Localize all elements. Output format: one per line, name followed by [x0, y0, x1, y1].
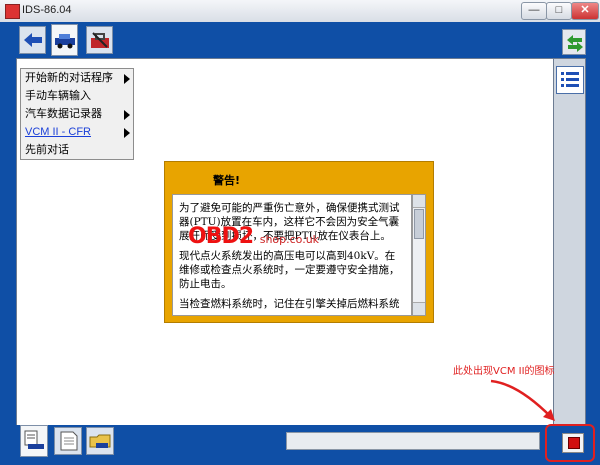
session-menu: 开始新的对话程序 手动车辆输入 汽车数据记录器 VCM II - CFR 先前对… — [20, 68, 134, 160]
warning-title: 警告! — [213, 174, 241, 187]
menu-item-previous-sessions[interactable]: 先前对话 — [21, 141, 133, 159]
minimize-button[interactable]: — — [521, 2, 547, 20]
toolbox-icon — [91, 32, 109, 48]
vehicle-tab[interactable] — [51, 24, 78, 56]
vehicle-info-tab[interactable] — [20, 425, 48, 457]
warning-scrollbar[interactable] — [412, 194, 426, 316]
menu-item-vcm-ii-cfr[interactable]: VCM II - CFR — [21, 123, 133, 141]
annotation-arrow-icon — [490, 379, 555, 421]
menu-item-vehicle-data-recorder[interactable]: 汽车数据记录器 — [21, 105, 133, 123]
folder-vehicle-icon — [89, 434, 111, 448]
menu-item-manual-vehicle-entry[interactable]: 手动车辆输入 — [21, 87, 133, 105]
document-icon — [60, 431, 78, 451]
warning-paragraph: 现代点火系统发出的高压电可以高到40kV。在维修或检查点火系统时，一定要遵守安全… — [179, 250, 400, 290]
close-button[interactable]: ✕ — [571, 2, 599, 20]
menu-item-label: 开始新的对话程序 — [25, 71, 113, 84]
annotation-highlight-box — [545, 424, 595, 462]
title-bar: IDS-86.04 — □ ✕ — [0, 0, 600, 23]
right-side-panel — [553, 58, 586, 425]
submenu-arrow-icon — [124, 128, 130, 138]
app-icon — [5, 4, 20, 19]
menu-item-label: 汽车数据记录器 — [25, 107, 102, 120]
swap-button[interactable] — [562, 29, 586, 55]
document-tab[interactable] — [54, 427, 82, 455]
warning-text-area: 为了避免可能的严重伤亡意外，确保便携式测试器(PTU)放置在车内，这样它不会因为… — [172, 194, 412, 316]
swap-arrows-icon — [567, 35, 583, 52]
folder-vehicle-tab[interactable] — [86, 427, 114, 455]
scroll-up-button[interactable] — [413, 195, 425, 208]
toolbox-tab[interactable] — [86, 26, 113, 54]
watermark-domain: shop.co.uk — [259, 233, 320, 246]
menu-item-label: 先前对话 — [25, 143, 69, 156]
window-title: IDS-86.04 — [22, 4, 72, 16]
submenu-arrow-icon — [124, 110, 130, 120]
menu-item-label: VCM II - CFR — [25, 126, 91, 138]
maximize-button[interactable]: □ — [546, 2, 572, 20]
scroll-down-button[interactable] — [413, 302, 425, 315]
back-arrow-icon — [24, 33, 42, 47]
back-button[interactable] — [19, 26, 46, 54]
submenu-arrow-icon — [124, 74, 130, 84]
watermark-text: OBD2 — [188, 224, 254, 249]
vehicle-icon — [55, 34, 75, 49]
list-icon — [561, 72, 579, 87]
status-field — [286, 432, 540, 450]
list-view-button[interactable] — [556, 66, 584, 94]
scroll-thumb[interactable] — [414, 209, 424, 239]
watermark: OBD2 shop.co.uk — [188, 224, 319, 249]
warning-paragraph: 当检查燃料系统时，记住在引擎关掉后燃料系统 — [179, 298, 400, 310]
menu-item-label: 手动车辆输入 — [25, 89, 91, 102]
vehicle-info-icon — [24, 430, 44, 449]
menu-item-new-session[interactable]: 开始新的对话程序 — [21, 69, 133, 87]
